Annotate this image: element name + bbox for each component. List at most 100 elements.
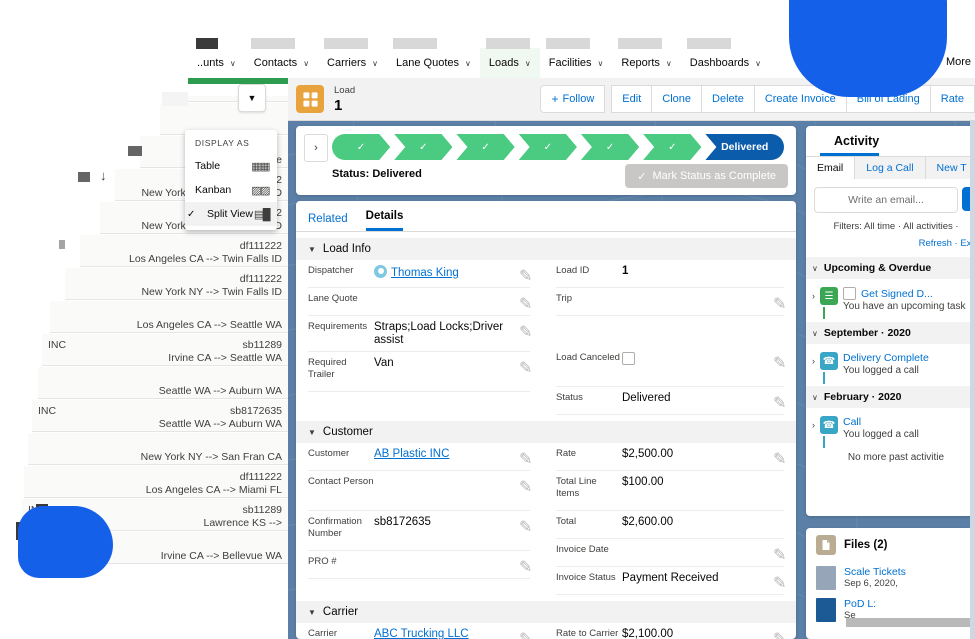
field-customer[interactable]: Customer AB Plastic INC ✎ — [308, 443, 532, 471]
field-pro-number[interactable]: PRO # ✎ — [308, 551, 532, 579]
edit-pencil-icon[interactable]: ✎ — [773, 393, 786, 412]
email-input[interactable]: Write an email... — [814, 187, 958, 213]
path-step-complete[interactable]: ✓ — [394, 134, 452, 160]
expand-icon[interactable]: › — [812, 287, 815, 312]
list-item[interactable]: New York NY --> San Fran CA — [28, 433, 290, 465]
timeline-item[interactable]: › ☎ Delivery Complete You logged a call — [806, 350, 975, 386]
field-value[interactable]: AB Plastic INC — [374, 448, 530, 461]
page-scrollbar[interactable] — [970, 120, 975, 639]
section-header-customer[interactable]: ▼ Customer — [296, 421, 796, 443]
field-carrier[interactable]: Carrier ABC Trucking LLC ✎ — [308, 623, 532, 639]
field-required-trailer[interactable]: Required Trailer Van ✎ — [308, 352, 532, 392]
nav-more-button[interactable]: More — [946, 56, 971, 68]
edit-pencil-icon[interactable]: ✎ — [773, 545, 786, 564]
rate-button[interactable]: Rate — [929, 85, 975, 113]
edit-pencil-icon[interactable]: ✎ — [773, 449, 786, 468]
clone-button[interactable]: Clone — [651, 85, 702, 113]
display-as-option-table[interactable]: Table ▦▦ — [185, 154, 277, 178]
edit-button[interactable]: Edit — [611, 85, 652, 113]
list-item[interactable]: df111222New York NY --> Twin Falls ID — [65, 268, 290, 300]
field-value[interactable]: ABC Trucking LLC — [374, 628, 530, 639]
edit-pencil-icon[interactable]: ✎ — [773, 573, 786, 592]
list-item[interactable]: df111222 Los Angeles CA --> Miami FL — [24, 466, 290, 498]
field-load-canceled[interactable]: Load Canceled ✎ — [556, 347, 786, 387]
nav-item-loads[interactable]: Loads ∨ — [479, 38, 540, 78]
list-item[interactable]: Seattle WA --> Auburn WA — [38, 367, 290, 399]
nav-item-contacts[interactable]: Contacts ∨ — [245, 38, 318, 78]
list-view-dropdown-button[interactable]: ▼ — [238, 84, 266, 112]
mark-status-complete-button[interactable]: ✓ Mark Status as Complete — [625, 164, 788, 188]
tab-email[interactable]: Email — [806, 157, 856, 179]
edit-pencil-icon[interactable]: ✎ — [519, 477, 532, 496]
field-invoice-date[interactable]: Invoice Date ✎ — [556, 539, 786, 567]
field-status[interactable]: Status Delivered ✎ — [556, 387, 786, 415]
field-value[interactable]: Thomas King — [374, 265, 530, 280]
path-expand-button[interactable]: › — [304, 134, 328, 162]
section-header-carrier[interactable]: ▼ Carrier — [296, 601, 796, 623]
nav-item-lane-quotes[interactable]: Lane Quotes ∨ — [387, 38, 480, 78]
file-list-item[interactable]: Scale Tickets Sep 6, 2020, — [806, 562, 975, 594]
edit-pencil-icon[interactable]: ✎ — [519, 294, 532, 313]
edit-pencil-icon[interactable]: ✎ — [519, 557, 532, 576]
edit-pencil-icon[interactable]: ✎ — [519, 449, 532, 468]
edit-pencil-icon[interactable]: ✎ — [519, 629, 532, 639]
edit-pencil-icon[interactable]: ✎ — [519, 322, 532, 341]
edit-pencil-icon[interactable]: ✎ — [773, 294, 786, 313]
tab-related[interactable]: Related — [308, 213, 348, 231]
nav-item-dashboards[interactable]: Dashboards ∨ — [681, 38, 770, 78]
expand-icon[interactable]: › — [812, 416, 815, 440]
tab-log-a-call[interactable]: Log a Call — [855, 157, 926, 179]
status-path[interactable]: ✓ ✓ ✓ ✓ ✓ ✓ Delivered — [332, 134, 788, 160]
edit-pencil-icon[interactable]: ✎ — [519, 517, 532, 536]
field-rate[interactable]: Rate $2,500.00 ✎ — [556, 443, 786, 471]
timeline-item-title[interactable]: Delivery Complete — [843, 352, 929, 364]
timeline-group-upcoming[interactable]: ∨ Upcoming & Overdue — [806, 257, 975, 279]
field-trip[interactable]: Trip ✎ — [556, 288, 786, 316]
activity-refresh-expand-links[interactable]: Refresh · Expa — [806, 236, 975, 257]
tab-new-task[interactable]: New T — [926, 157, 975, 179]
tab-details[interactable]: Details — [365, 210, 404, 231]
field-requirements[interactable]: Requirements Straps;Load Locks;Driver as… — [308, 316, 532, 352]
path-step-current[interactable]: Delivered — [705, 134, 785, 160]
nav-item-facilities[interactable]: Facilities ∨ — [540, 38, 613, 78]
field-lane-quote[interactable]: Lane Quote ✎ — [308, 288, 532, 316]
path-step-complete[interactable]: ✓ — [332, 134, 390, 160]
follow-button[interactable]: + Follow — [540, 85, 606, 113]
edit-pencil-icon[interactable]: ✎ — [519, 358, 532, 377]
delete-button[interactable]: Delete — [701, 85, 754, 113]
edit-pencil-icon[interactable]: ✎ — [773, 353, 786, 372]
list-item[interactable]: INC sb8172635 Seattle WA --> Auburn WA — [32, 400, 290, 432]
list-item[interactable] — [170, 96, 290, 102]
email-composer[interactable]: Write an email... — [806, 179, 975, 219]
section-header-load-info[interactable]: ▼ Load Info — [296, 238, 796, 260]
file-name[interactable]: PoD L: — [844, 598, 876, 610]
sort-direction-icon[interactable]: ↓ — [100, 168, 107, 183]
timeline-group-september-2020[interactable]: ∨ September · 2020 — [806, 322, 975, 344]
edit-pencil-icon[interactable]: ✎ — [773, 629, 786, 639]
path-step-complete[interactable]: ✓ — [581, 134, 639, 160]
display-as-menu[interactable]: DISPLAY AS Table ▦▦ Kanban ▨▨ ✓ Split Vi… — [185, 130, 277, 230]
timeline-item-title[interactable]: Get Signed D... — [861, 288, 933, 300]
task-checkbox[interactable] — [843, 287, 856, 300]
checkbox[interactable] — [622, 352, 635, 365]
display-as-option-kanban[interactable]: Kanban ▨▨ — [185, 178, 277, 202]
field-contact-person[interactable]: Contact Person ✎ — [308, 471, 532, 511]
details-tab-bar[interactable]: Related Details — [296, 201, 796, 232]
list-item[interactable]: INC sb11289 Irvine CA --> Seattle WA — [42, 334, 290, 366]
inline-edit-icon[interactable] — [162, 92, 188, 106]
activity-tab-bar[interactable]: Email Log a Call New T — [806, 157, 975, 179]
expand-icon[interactable]: › — [812, 352, 815, 376]
field-invoice-status[interactable]: Invoice Status Payment Received ✎ — [556, 567, 786, 595]
list-item[interactable]: df111222 Los Angeles CA --> Twin Falls ID — [80, 235, 290, 267]
field-rate-to-carrier[interactable]: Rate to Carrier $2,100.00 ✎ — [556, 623, 786, 639]
nav-item-accounts[interactable]: ..unts ∨ — [188, 38, 245, 78]
path-step-complete[interactable]: ✓ — [519, 134, 577, 160]
timeline-item-title[interactable]: Call — [843, 416, 861, 428]
file-name[interactable]: Scale Tickets — [844, 566, 906, 578]
field-dispatcher[interactable]: Dispatcher Thomas King ✎ — [308, 260, 532, 288]
list-item[interactable]: Los Angeles CA --> Seattle WA — [50, 301, 290, 333]
nav-item-carriers[interactable]: Carriers ∨ — [318, 38, 387, 78]
timeline-item[interactable]: › ☎ Call You logged a call — [806, 414, 975, 450]
path-step-complete[interactable]: ✓ — [456, 134, 514, 160]
nav-item-reports[interactable]: Reports ∨ — [612, 38, 680, 78]
